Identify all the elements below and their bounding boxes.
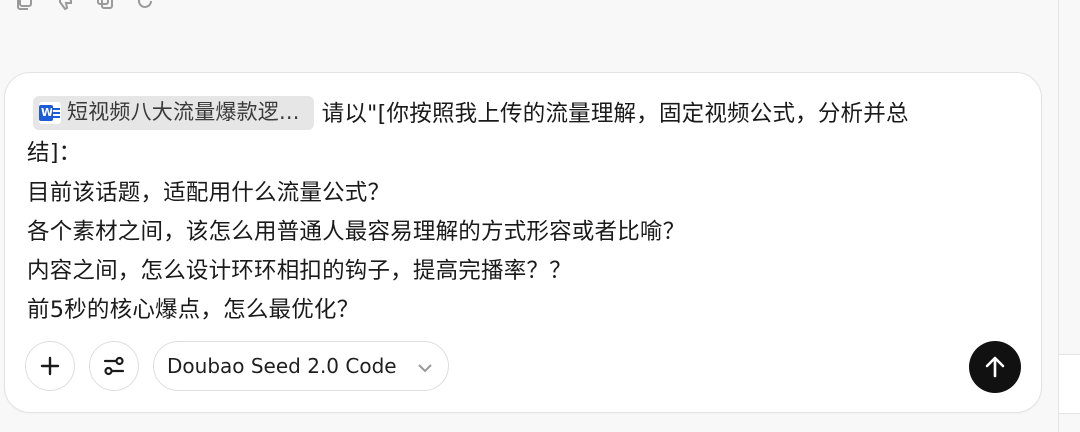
chat-screen: W 短视频八大流量爆款逻... 请以"[你按照我上传的流量理解，固定视频公式，分析并… — [0, 0, 1080, 432]
message-composer[interactable]: W 短视频八大流量爆款逻... 请以"[你按照我上传的流量理解，固定视频公式，分析并… — [4, 72, 1042, 413]
add-attachment-button[interactable] — [25, 341, 75, 391]
regenerate-icon[interactable] — [134, 0, 156, 12]
word-document-icon: W — [39, 101, 61, 124]
duplicate-icon[interactable] — [94, 0, 116, 12]
prompt-line-1: W 短视频八大流量爆款逻... 请以"[你按照我上传的流量理解，固定视频公式，分析并… — [27, 95, 1017, 134]
composer-toolbar: Doubao Seed 2.0 Code — [25, 341, 1021, 393]
tools-settings-button[interactable] — [89, 341, 139, 391]
prompt-line-2: 结]： — [27, 140, 82, 167]
copy-icon[interactable] — [14, 0, 36, 12]
prompt-line-6: 前5秒的核心爆点，怎么最优化？ — [27, 297, 360, 324]
model-label: Doubao Seed 2.0 Code — [167, 354, 397, 378]
side-panel-edge — [1058, 0, 1080, 432]
side-panel-notch — [1059, 354, 1080, 414]
attachment-chip[interactable]: W 短视频八大流量爆款逻... — [33, 95, 314, 130]
thumbs-down-icon[interactable] — [54, 0, 76, 12]
sliders-icon — [103, 356, 125, 376]
message-actions — [14, 0, 156, 12]
chevron-down-icon — [416, 358, 434, 382]
prompt-line-4: 各个素材之间，该怎么用普通人最容易理解的方式形容或者比喻？ — [27, 218, 686, 245]
attachment-name: 短视频八大流量爆款逻... — [67, 99, 300, 124]
model-selector[interactable]: Doubao Seed 2.0 Code — [153, 341, 449, 391]
prompt-line-3: 目前该话题，适配用什么流量公式？ — [27, 179, 391, 206]
prompt-line-5: 内容之间，怎么设计环环相扣的钩子，提高完播率？？ — [27, 258, 572, 285]
prompt-text[interactable]: W 短视频八大流量爆款逻... 请以"[你按照我上传的流量理解，固定视频公式，分析并… — [27, 95, 1017, 331]
plus-icon — [40, 356, 60, 376]
prompt-line-1-text: 请以"[你按照我上传的流量理解，固定视频公式，分析并总 — [321, 101, 909, 127]
send-button[interactable] — [969, 341, 1021, 393]
arrow-up-icon — [985, 356, 1005, 378]
